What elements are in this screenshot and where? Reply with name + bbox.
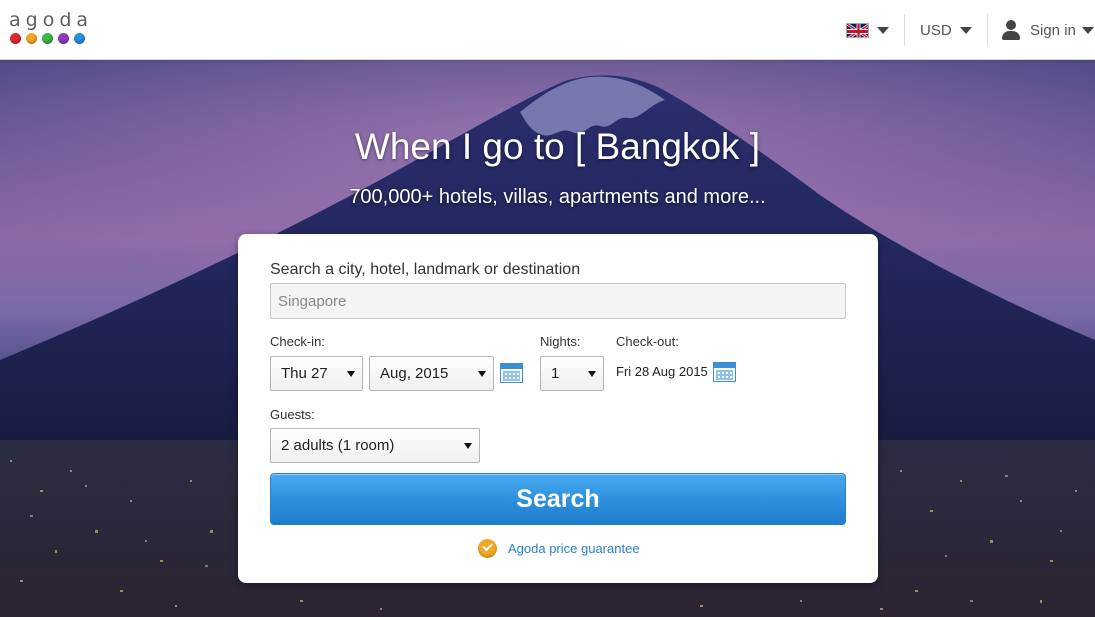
dropdown-arrow-icon (478, 371, 486, 377)
checkin-day-select[interactable]: Thu 27 (270, 356, 363, 391)
dropdown-arrow-icon (347, 371, 355, 377)
signin-label: Sign in (1030, 21, 1076, 39)
currency-label: USD (920, 21, 952, 39)
search-panel: Search a city, hotel, landmark or destin… (238, 234, 878, 583)
checkin-month-select[interactable]: Aug, 2015 (369, 356, 494, 391)
logo-dot-orange (26, 33, 37, 44)
hero-subheadline: 700,000+ hotels, villas, apartments and … (349, 186, 766, 208)
checkin-calendar-icon[interactable] (500, 363, 523, 383)
user-icon (1002, 20, 1020, 40)
price-guarantee-link[interactable]: Agoda price guarantee (508, 541, 640, 556)
checkout-label: Check-out: (616, 334, 679, 349)
guests-label: Guests: (270, 407, 315, 422)
nights-select[interactable]: 1 (540, 356, 604, 391)
dropdown-arrow-icon (464, 443, 472, 449)
checkin-month-value: Aug, 2015 (380, 365, 449, 382)
checkin-day-value: Thu 27 (281, 365, 328, 382)
logo-dot-blue (74, 33, 85, 44)
chevron-down-icon (877, 26, 889, 34)
signin-button[interactable]: Sign in (1002, 0, 1094, 60)
logo-dots (9, 33, 95, 44)
language-selector[interactable] (846, 0, 889, 60)
top-header: agoda USD Sign in (0, 0, 1095, 60)
guests-value: 2 adults (1 room) (281, 437, 395, 454)
checkmark-badge-icon (478, 539, 497, 558)
chevron-down-icon (1081, 26, 1094, 34)
logo-dot-green (42, 33, 53, 44)
logo-dot-purple (58, 33, 69, 44)
nights-label: Nights: (540, 334, 581, 349)
dropdown-arrow-icon (588, 371, 596, 377)
checkin-label: Check-in: (270, 334, 325, 349)
hero-headline: When I go to [ Bangkok ] (354, 126, 761, 167)
agoda-logo[interactable]: agoda (9, 9, 95, 49)
currency-selector[interactable]: USD (920, 0, 972, 60)
checkout-calendar-icon[interactable] (713, 362, 736, 382)
search-button[interactable]: Search (270, 473, 846, 525)
header-divider (904, 14, 905, 46)
header-divider (987, 14, 988, 46)
uk-flag-icon (846, 22, 869, 38)
guests-select[interactable]: 2 adults (1 room) (270, 428, 480, 463)
price-guarantee: Agoda price guarantee (478, 539, 640, 558)
logo-dot-red (10, 33, 21, 44)
nights-value: 1 (551, 365, 560, 382)
checkout-value: Fri 28 Aug 2015 (616, 364, 708, 379)
destination-label: Search a city, hotel, landmark or destin… (270, 261, 581, 278)
logo-text: agoda (9, 9, 94, 31)
chevron-down-icon (959, 26, 972, 34)
destination-input[interactable] (270, 283, 846, 319)
